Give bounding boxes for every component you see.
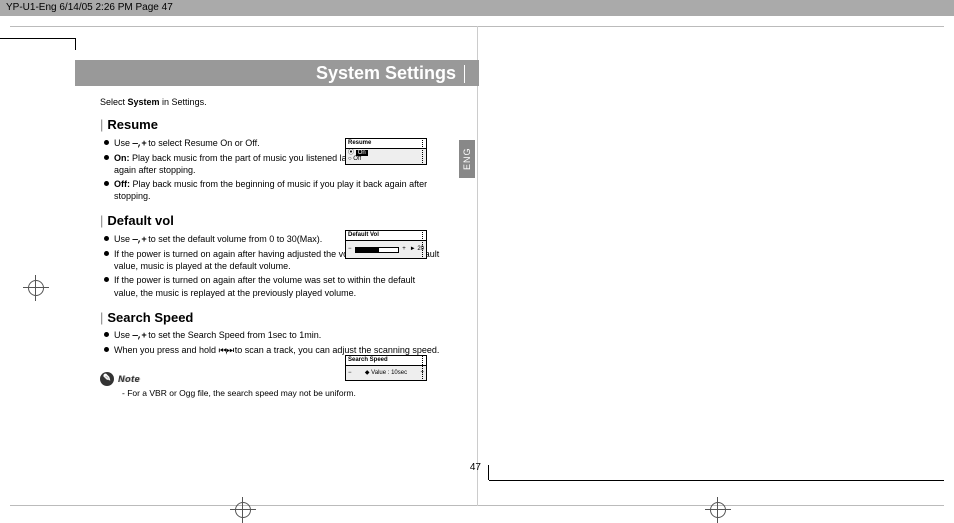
searchspeed-bullets: Use —,+ to set the Search Speed from 1se… <box>104 329 440 356</box>
page-title: System Settings <box>316 63 456 83</box>
section-title-resume: |Resume <box>100 116 440 134</box>
corner-rule-v <box>75 38 76 50</box>
crop-header: YP-U1-Eng 6/14/05 2:26 PM Page 47 <box>0 0 954 16</box>
note-label: Note <box>118 374 140 384</box>
section-title-searchspeed: |Search Speed <box>100 309 440 327</box>
section-title-defaultvol: |Default vol <box>100 212 440 230</box>
volume-slider <box>355 247 400 253</box>
page-rule-v <box>488 465 489 480</box>
device-defaultvol: Default Vol − + ► 20 <box>345 230 427 259</box>
spine-line <box>477 26 478 506</box>
plus-minus-icon: —,+ <box>133 235 146 245</box>
device-searchspeed: Search Speed − ◆ Value : 10sec + <box>345 355 427 381</box>
crop-mark-left <box>28 280 44 296</box>
language-tab: ENG <box>459 140 475 178</box>
device-resume: Resume ⦿ On ○ Off <box>345 138 427 165</box>
plus-icon: + <box>402 246 406 253</box>
page-number: 47 <box>470 462 481 473</box>
title-bar: System Settings <box>75 60 479 86</box>
device-defaultvol-title: Default Vol <box>346 231 426 241</box>
list-item: Use —,+ to set the Search Speed from 1se… <box>104 329 440 342</box>
searchspeed-value: ◆ Value : 10sec <box>352 370 421 377</box>
intro-line: Select System in Settings. <box>100 96 440 108</box>
plus-minus-icon: —,+ <box>133 331 146 341</box>
note-text: - For a VBR or Ogg file, the search spee… <box>122 388 440 399</box>
crop-mark-bottom-1 <box>235 502 251 518</box>
page-rule-h <box>489 480 944 481</box>
note-icon: ✎ <box>100 372 114 386</box>
corner-rule-h <box>0 38 75 39</box>
crop-mark-bottom-2 <box>710 502 726 518</box>
header-slug: YP-U1-Eng 6/14/05 2:26 PM Page 47 <box>6 2 173 13</box>
device-searchspeed-title: Search Speed <box>346 356 426 366</box>
device-resume-title: Resume <box>346 139 426 149</box>
list-item: Off: Play back music from the beginning … <box>104 178 440 202</box>
minus-icon: − <box>348 246 352 253</box>
scan-icons: ⏮ , ⏭ <box>219 345 233 355</box>
plus-minus-icon: —,+ <box>133 139 146 149</box>
list-item: If the power is turned on again after th… <box>104 274 440 298</box>
